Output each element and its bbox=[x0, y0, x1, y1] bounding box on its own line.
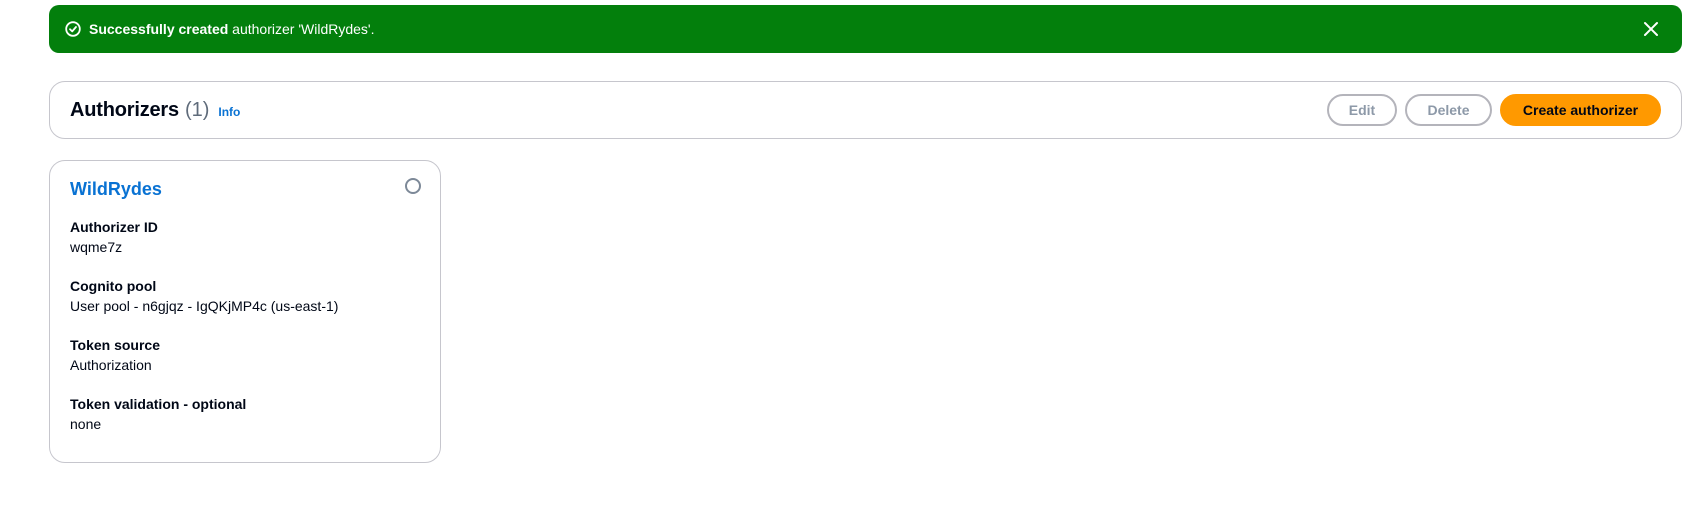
field-label: Token validation - optional bbox=[70, 396, 247, 412]
field-label: Token source bbox=[70, 337, 160, 353]
edit-button[interactable]: Edit bbox=[1327, 94, 1397, 126]
field-token-validation: Token validation - optional none bbox=[70, 395, 420, 434]
success-flash-banner: Successfully created authorizer 'WildRyd… bbox=[49, 5, 1682, 53]
dismiss-flash-button[interactable] bbox=[1640, 18, 1662, 40]
authorizer-name-link[interactable]: WildRydes bbox=[70, 179, 162, 200]
field-value: User pool - n6gjqz - IgQKjMP4c (us-east-… bbox=[70, 298, 339, 314]
field-label: Authorizer ID bbox=[70, 219, 158, 235]
info-link[interactable]: Info bbox=[218, 105, 240, 119]
authorizer-card: WildRydes Authorizer ID wqme7z Cognito p… bbox=[49, 160, 441, 463]
field-value: wqme7z bbox=[70, 239, 123, 255]
create-authorizer-button[interactable]: Create authorizer bbox=[1500, 94, 1661, 126]
flash-message: Successfully created authorizer 'WildRyd… bbox=[89, 21, 1640, 37]
field-cognito-pool: Cognito pool User pool - n6gjqz - IgQKjM… bbox=[70, 277, 420, 316]
field-authorizer-id: Authorizer ID wqme7z bbox=[70, 218, 420, 257]
success-check-icon bbox=[65, 21, 81, 37]
flash-message-bold: Successfully created bbox=[89, 21, 229, 37]
delete-button[interactable]: Delete bbox=[1405, 94, 1492, 126]
field-value: Authorization bbox=[70, 357, 152, 373]
select-authorizer-radio[interactable] bbox=[405, 178, 421, 194]
field-value: none bbox=[70, 416, 102, 432]
field-label: Cognito pool bbox=[70, 278, 157, 294]
field-token-source: Token source Authorization bbox=[70, 336, 420, 375]
close-icon bbox=[1644, 22, 1658, 36]
authorizers-header: Authorizers (1) Info Edit Delete Create … bbox=[49, 81, 1682, 139]
authorizer-count: (1) bbox=[184, 98, 210, 121]
page-title: Authorizers bbox=[70, 98, 179, 121]
flash-message-rest: authorizer 'WildRydes'. bbox=[228, 21, 375, 37]
